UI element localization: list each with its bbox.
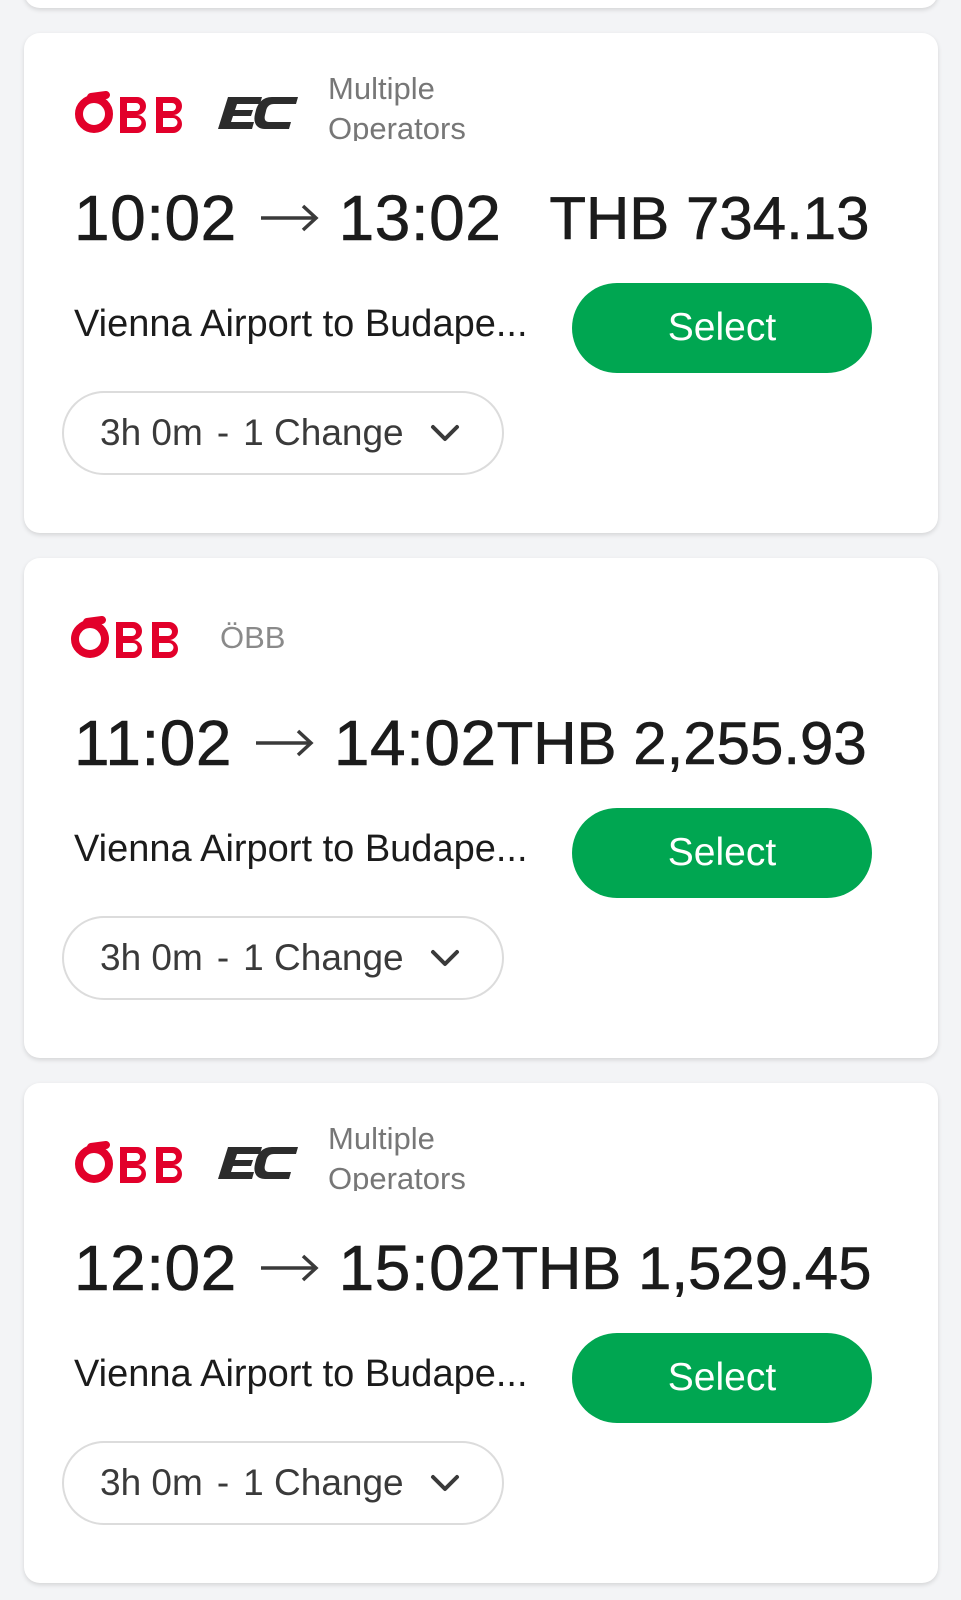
select-button[interactable]: Select bbox=[572, 1333, 872, 1423]
operator-row: Multiple Operators bbox=[74, 1121, 508, 1203]
previous-result-card[interactable] bbox=[24, 0, 938, 8]
arrival-time: 14:02 bbox=[333, 707, 497, 780]
obb-logo bbox=[71, 616, 178, 658]
arrow-right-icon bbox=[255, 729, 314, 757]
route-text: Vienna Airport to Budape... bbox=[74, 828, 528, 870]
operator-name: ÖBB bbox=[220, 620, 286, 655]
price: THB 2,255.93 bbox=[496, 709, 867, 777]
journey-card: ÖBB 11:02 14:02 THB 2,255.93 Vienna Airp… bbox=[24, 558, 938, 1058]
obb-logo bbox=[75, 91, 182, 133]
times-row: 10:02 13:02 THB 734.13 bbox=[74, 178, 914, 258]
arrow-right-icon bbox=[260, 204, 319, 232]
separator: - bbox=[216, 937, 230, 978]
changes-text: 1 Change bbox=[243, 412, 404, 453]
obb-logo bbox=[75, 1141, 182, 1183]
duration-text: 3h 0m bbox=[100, 937, 203, 978]
select-button[interactable]: Select bbox=[572, 283, 872, 373]
operator-row: Multiple Operators bbox=[74, 71, 508, 153]
ec-logo bbox=[218, 1147, 298, 1179]
arrow-right-icon bbox=[260, 1254, 319, 1282]
price: THB 1,529.45 bbox=[501, 1234, 872, 1302]
duration-text: 3h 0m bbox=[100, 1462, 203, 1503]
departure-time: 10:02 bbox=[74, 182, 237, 255]
ec-logo bbox=[218, 97, 298, 129]
separator: - bbox=[216, 1462, 230, 1503]
departure-time: 12:02 bbox=[74, 1232, 237, 1305]
route-text: Vienna Airport to Budape... bbox=[74, 303, 528, 345]
operator-row: ÖBB bbox=[70, 598, 285, 678]
journey-card: Multiple Operators 10:02 13:02 THB 734.1… bbox=[24, 33, 938, 533]
changes-text: 1 Change bbox=[243, 1462, 404, 1503]
arrival-time: 15:02 bbox=[338, 1232, 502, 1305]
separator: - bbox=[216, 412, 230, 453]
duration-changes-toggle[interactable]: 3h 0m - 1 Change bbox=[62, 1441, 504, 1525]
arrival-time: 13:02 bbox=[338, 182, 502, 255]
chevron-down-icon bbox=[430, 950, 459, 966]
price: THB 734.13 bbox=[549, 184, 870, 252]
chevron-down-icon bbox=[430, 425, 459, 441]
chevron-down-icon bbox=[430, 1475, 459, 1491]
select-button[interactable]: Select bbox=[572, 808, 872, 898]
departure-time: 11:02 bbox=[74, 707, 232, 780]
route-text: Vienna Airport to Budape... bbox=[74, 1353, 528, 1395]
changes-text: 1 Change bbox=[243, 937, 404, 978]
duration-changes-toggle[interactable]: 3h 0m - 1 Change bbox=[62, 391, 504, 475]
search-results-list: Multiple Operators 10:02 13:02 THB 734.1… bbox=[0, 0, 961, 1600]
times-row: 12:02 15:02 THB 1,529.45 bbox=[74, 1228, 914, 1308]
operator-name: Multiple Operators bbox=[328, 1121, 466, 1191]
duration-changes-toggle[interactable]: 3h 0m - 1 Change bbox=[62, 916, 504, 1000]
duration-text: 3h 0m bbox=[100, 412, 203, 453]
times-row: 11:02 14:02 THB 2,255.93 bbox=[74, 703, 914, 783]
journey-card: Multiple Operators 12:02 15:02 THB 1,529… bbox=[24, 1083, 938, 1583]
operator-name: Multiple Operators bbox=[328, 71, 466, 141]
